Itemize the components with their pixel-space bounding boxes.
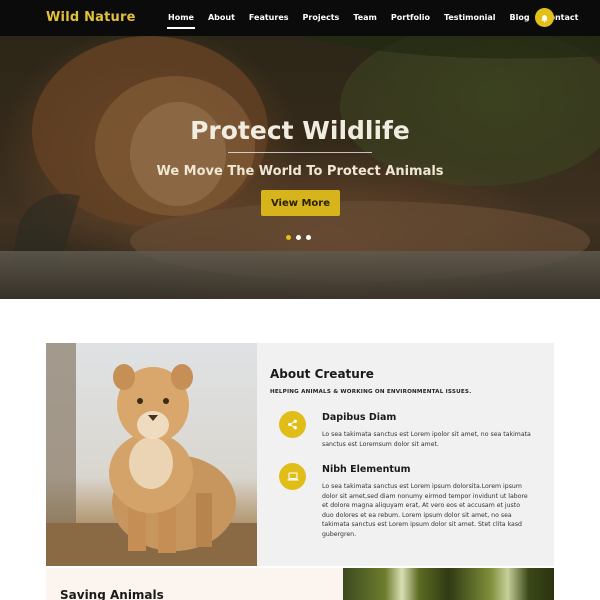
feature-share-button[interactable] xyxy=(279,411,306,438)
page: Wild Nature Home About Features Projects… xyxy=(0,0,600,600)
lioness-image xyxy=(46,343,257,566)
feature-laptop-button[interactable] xyxy=(279,463,306,490)
feature-title: Nibh Elementum xyxy=(322,464,411,475)
hero-subtitle: We Move The World To Protect Animals xyxy=(156,164,444,179)
top-navbar: Wild Nature Home About Features Projects… xyxy=(0,0,600,36)
slider-dot-1[interactable] xyxy=(286,235,291,240)
slider-dots xyxy=(286,235,316,240)
nav-item-team[interactable]: Team xyxy=(353,0,377,36)
slider-dot-3[interactable] xyxy=(306,235,311,240)
nav-item-portfolio[interactable]: Portfolio xyxy=(391,0,430,36)
nav-item-projects[interactable]: Projects xyxy=(303,0,340,36)
feature-title: Dapibus Diam xyxy=(322,412,397,423)
nav-item-testimonial[interactable]: Testimonial xyxy=(444,0,496,36)
about-tagline: HELPING ANIMALS & WORKING ON ENVIRONMENT… xyxy=(270,389,472,395)
saving-title: Saving Animals xyxy=(60,588,164,600)
bell-button[interactable] xyxy=(535,8,554,27)
feature-text: Lo sea takimata sanctus est Lorem ipsum … xyxy=(322,483,528,538)
nav-item-about[interactable]: About xyxy=(208,0,235,36)
about-section: About Creature HELPING ANIMALS & WORKING… xyxy=(46,343,554,566)
nav-item-features[interactable]: Features xyxy=(249,0,289,36)
hero-log-shadow xyxy=(0,251,600,299)
view-more-button[interactable]: View More xyxy=(261,190,340,216)
forest-image xyxy=(343,568,554,600)
main-menu: Home About Features Projects Team Portfo… xyxy=(167,0,592,36)
hero-title: Protect Wildlife xyxy=(190,116,410,145)
nav-item-home[interactable]: Home xyxy=(167,0,195,36)
about-title: About Creature xyxy=(270,367,374,381)
brand-logo[interactable]: Wild Nature xyxy=(46,10,136,25)
slider-dot-2[interactable] xyxy=(296,235,301,240)
bell-icon xyxy=(540,8,549,27)
laptop-icon xyxy=(287,467,299,486)
nav-item-blog[interactable]: Blog xyxy=(510,0,530,36)
saving-animals-section: Saving Animals xyxy=(46,568,343,600)
feature-text: Lo sea takimata sanctus est Lorem ipolor… xyxy=(322,431,531,448)
share-icon xyxy=(287,415,298,434)
hero-divider xyxy=(228,152,372,153)
hero-banner: Protect Wildlife We Move The World To Pr… xyxy=(0,36,600,299)
